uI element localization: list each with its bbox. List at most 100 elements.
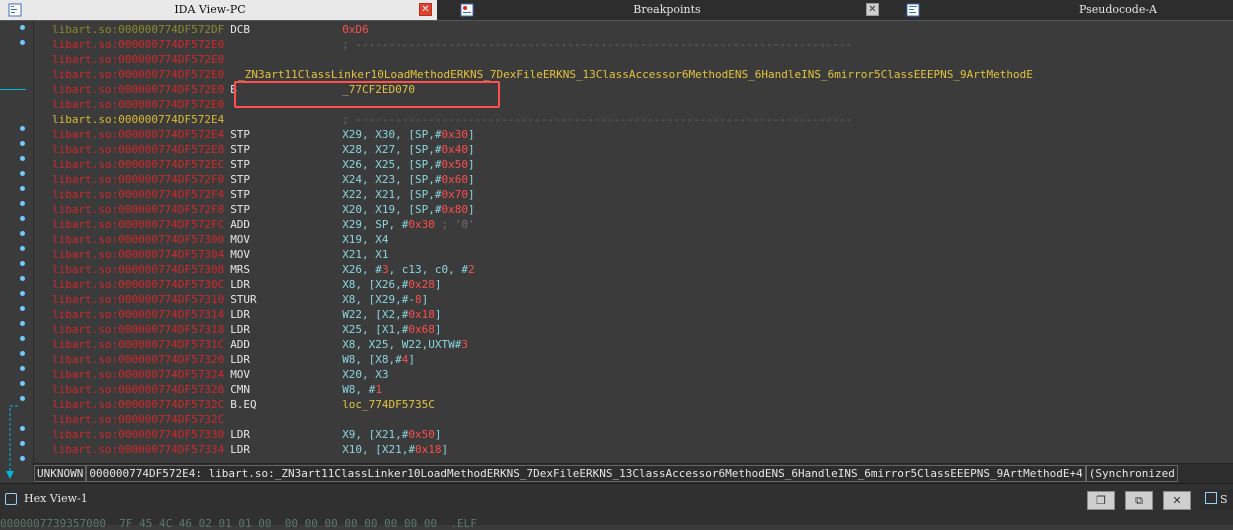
- listing-line[interactable]: libart.so:000000774DF57320 LDR W8, [X8,#4]: [52, 352, 415, 367]
- breakpoint-dot[interactable]: [20, 231, 25, 236]
- listing-line[interactable]: libart.so:000000774DF572EC STP X26, X25, […: [52, 157, 475, 172]
- line-address[interactable]: libart.so:000000774DF572E8: [52, 143, 224, 156]
- line-address[interactable]: libart.so:000000774DF5732C: [52, 398, 224, 411]
- function-name[interactable]: _ZN3art11ClassLinker10LoadMethodERKNS_7D…: [238, 68, 1033, 81]
- listing-line[interactable]: libart.so:000000774DF57324 MOV X20, X3: [52, 367, 389, 382]
- listing-line[interactable]: libart.so:000000774DF572F8 STP X20, X19, […: [52, 202, 475, 217]
- line-address[interactable]: libart.so:000000774DF57320: [52, 353, 224, 366]
- listing-line[interactable]: libart.so:000000774DF5730C LDR X8, [X26,#0…: [52, 277, 442, 292]
- breakpoint-dot[interactable]: [20, 321, 25, 326]
- breakpoint-dot[interactable]: [20, 171, 25, 176]
- line-operands: X8, X25, W22,UXTW#3: [342, 338, 469, 351]
- listing-line[interactable]: libart.so:000000774DF57330 LDR X9, [X21,#0…: [52, 427, 442, 442]
- listing-line[interactable]: libart.so:000000774DF57300 MOV X19, X4: [52, 232, 389, 247]
- tab-breakpoints[interactable]: Breakpoints ✕: [452, 0, 888, 20]
- listing-line[interactable]: libart.so:000000774DF572E0: [52, 52, 342, 67]
- listing-line[interactable]: libart.so:000000774DF572F0 STP X24, X23, […: [52, 172, 475, 187]
- listing-line[interactable]: libart.so:000000774DF572FC ADD X29, SP, #0…: [52, 217, 475, 232]
- listing-line[interactable]: libart.so:000000774DF572E0 ; ------------…: [52, 37, 852, 52]
- line-address[interactable]: libart.so:000000774DF572F0: [52, 173, 224, 186]
- breakpoint-dot[interactable]: [20, 306, 25, 311]
- line-address[interactable]: libart.so:000000774DF57334: [52, 443, 224, 456]
- line-address[interactable]: libart.so:000000774DF572E4: [52, 128, 224, 141]
- breakpoint-dot[interactable]: [20, 141, 25, 146]
- line-address[interactable]: libart.so:000000774DF5730C: [52, 278, 224, 291]
- line-address[interactable]: libart.so:000000774DF572EC: [52, 158, 224, 171]
- tab-pseudocode-a[interactable]: Pseudocode-A: [898, 0, 1233, 20]
- line-address[interactable]: libart.so:000000774DF5731C: [52, 338, 224, 351]
- breakpoint-dot[interactable]: [20, 156, 25, 161]
- float-button[interactable]: ⧉: [1125, 491, 1153, 510]
- line-address[interactable]: libart.so:000000774DF57314: [52, 308, 224, 321]
- breakpoint-dot[interactable]: [20, 336, 25, 341]
- listing-line[interactable]: libart.so:000000774DF57304 MOV X21, X1: [52, 247, 389, 262]
- listing-line[interactable]: libart.so:000000774DF57318 LDR X25, [X1,#0…: [52, 322, 442, 337]
- breakpoint-dot[interactable]: [20, 276, 25, 281]
- line-address[interactable]: libart.so:000000774DF572DF: [52, 23, 224, 36]
- line-address[interactable]: libart.so:000000774DF572E0: [52, 38, 224, 51]
- breakpoint-dot[interactable]: [20, 291, 25, 296]
- line-address[interactable]: libart.so:000000774DF572E0: [52, 98, 224, 111]
- breakpoint-dot[interactable]: [20, 426, 25, 431]
- listing-line[interactable]: libart.so:000000774DF57310 STUR X8, [X29,#…: [52, 292, 428, 307]
- breakpoint-dot[interactable]: [20, 441, 25, 446]
- listing-line[interactable]: libart.so:000000774DF57334 LDR X10, [X21,#…: [52, 442, 448, 457]
- listing-line[interactable]: libart.so:000000774DF5731C ADD X8, X25, W2…: [52, 337, 468, 352]
- listing-line[interactable]: libart.so:000000774DF5732C: [52, 412, 342, 427]
- listing-line[interactable]: libart.so:000000774DF57308 MRS X26, #3, c1…: [52, 262, 475, 277]
- breakpoint-dot[interactable]: [20, 456, 25, 461]
- line-address[interactable]: libart.so:000000774DF57318: [52, 323, 224, 336]
- listing-line[interactable]: libart.so:000000774DF572E0 B _77CF2ED070: [52, 82, 415, 97]
- breakpoint-dot[interactable]: [20, 396, 25, 401]
- line-operands: X25, [X1,#0x68]: [342, 323, 442, 336]
- line-address[interactable]: libart.so:000000774DF57308: [52, 263, 224, 276]
- listing-line[interactable]: libart.so:000000774DF5732C B.EQ loc_774DF5…: [52, 397, 435, 412]
- line-address[interactable]: libart.so:000000774DF572E0: [52, 53, 224, 66]
- line-address[interactable]: libart.so:000000774DF57324: [52, 368, 224, 381]
- tab-ida-view-pc[interactable]: IDA View-PC ✕: [0, 0, 437, 20]
- line-address[interactable]: libart.so:000000774DF572E0: [52, 83, 224, 96]
- listing-line[interactable]: libart.so:000000774DF572E4 STP X29, X30, […: [52, 127, 475, 142]
- line-address[interactable]: libart.so:000000774DF5732C: [52, 413, 224, 426]
- breakpoint-dot[interactable]: [20, 201, 25, 206]
- line-address[interactable]: libart.so:000000774DF57304: [52, 248, 224, 261]
- close-icon[interactable]: ✕: [866, 3, 879, 16]
- breakpoint-dot[interactable]: [20, 351, 25, 356]
- line-address[interactable]: libart.so:000000774DF572F8: [52, 203, 224, 216]
- listing-line[interactable]: libart.so:000000774DF572E0: [52, 97, 342, 112]
- breakpoint-dot[interactable]: [20, 40, 25, 45]
- line-address[interactable]: libart.so:000000774DF572FC: [52, 218, 224, 231]
- breakpoint-dot[interactable]: [20, 186, 25, 191]
- breakpoint-dot[interactable]: [20, 366, 25, 371]
- listing-line[interactable]: libart.so:000000774DF572E0 _ZN3art11Class…: [52, 67, 1033, 82]
- line-address[interactable]: libart.so:000000774DF57328: [52, 383, 224, 396]
- line-operands: X19, X4: [342, 233, 389, 246]
- breakpoint-dot[interactable]: [20, 381, 25, 386]
- line-address[interactable]: libart.so:000000774DF57310: [52, 293, 224, 306]
- line-mnemonic: STUR: [230, 293, 257, 306]
- listing-line[interactable]: libart.so:000000774DF572E4 ; ------------…: [52, 112, 852, 127]
- breakpoint-dot[interactable]: [20, 126, 25, 131]
- line-operands[interactable]: loc_774DF5735C: [342, 398, 435, 411]
- listing-line[interactable]: libart.so:000000774DF572F4 STP X22, X21, […: [52, 187, 475, 202]
- line-address[interactable]: libart.so:000000774DF572E4: [52, 113, 224, 126]
- breakpoint-dot[interactable]: [20, 25, 25, 30]
- line-operands: X29, SP, #0x30 ; '0': [342, 218, 475, 231]
- listing-line[interactable]: libart.so:000000774DF572E8 STP X28, X27, […: [52, 142, 475, 157]
- side-tab[interactable]: S: [1200, 490, 1233, 510]
- restore-button[interactable]: ❐: [1087, 491, 1115, 510]
- breakpoint-dot[interactable]: [20, 216, 25, 221]
- line-operands[interactable]: _77CF2ED070: [342, 83, 415, 96]
- disassembly-listing[interactable]: libart.so:000000774DF572DF DCB 0xD6 libart.…: [34, 21, 1233, 462]
- listing-line[interactable]: libart.so:000000774DF572DF DCB 0xD6: [52, 22, 369, 37]
- listing-line[interactable]: libart.so:000000774DF57328 CMN W8, #1: [52, 382, 382, 397]
- line-address[interactable]: libart.so:000000774DF572F4: [52, 188, 224, 201]
- line-address[interactable]: libart.so:000000774DF57330: [52, 428, 224, 441]
- breakpoint-dot[interactable]: [20, 246, 25, 251]
- line-address[interactable]: libart.so:000000774DF572E0: [52, 68, 224, 81]
- line-address[interactable]: libart.so:000000774DF57300: [52, 233, 224, 246]
- close-icon[interactable]: ✕: [419, 3, 432, 16]
- listing-line[interactable]: libart.so:000000774DF57314 LDR W22, [X2,#0…: [52, 307, 442, 322]
- close-button[interactable]: ✕: [1163, 491, 1191, 510]
- breakpoint-dot[interactable]: [20, 261, 25, 266]
